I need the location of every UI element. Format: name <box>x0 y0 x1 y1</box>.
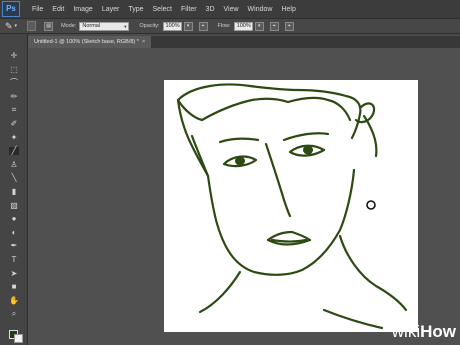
menu-filter[interactable]: Filter <box>181 6 197 13</box>
marquee-tool-icon[interactable]: ⬚ <box>9 66 19 74</box>
dodge-tool-icon[interactable]: ◐ <box>9 229 19 237</box>
zoom-tool-icon[interactable]: ⌕ <box>9 310 19 318</box>
mode-value: Normal <box>82 22 101 29</box>
lasso-tool-icon[interactable]: ⌒ <box>9 79 19 87</box>
hand-tool-icon[interactable]: ✋ <box>9 297 19 305</box>
rectangle-tool-icon[interactable]: ■ <box>9 283 19 291</box>
menu-3d[interactable]: 3D <box>206 6 215 13</box>
menu-select[interactable]: Select <box>153 6 172 13</box>
opacity-dropdown-icon[interactable]: ▾ <box>183 21 193 31</box>
brush-tool-icon[interactable]: ╱ <box>9 147 19 155</box>
menu-image[interactable]: Image <box>73 6 92 13</box>
watermark-how: How <box>420 322 456 341</box>
crop-tool-icon[interactable]: ⌗ <box>9 106 19 114</box>
menu-view[interactable]: View <box>224 6 239 13</box>
menu-edit[interactable]: Edit <box>52 6 64 13</box>
background-color-swatch[interactable] <box>14 334 23 343</box>
brush-size-picker[interactable] <box>27 21 37 31</box>
pressure-size-icon[interactable]: ⌖ <box>284 21 294 31</box>
pen-tool-icon[interactable]: ✒ <box>9 242 19 250</box>
opacity-value: 100% <box>165 22 180 29</box>
eyedropper-tool-icon[interactable]: ✐ <box>9 120 19 128</box>
chevron-down-icon: ▼ <box>123 23 128 29</box>
options-bar: ✎ ▾ ▤ Mode: Normal ▼ Opacity: 100% ▾ ⌖ F… <box>0 18 460 34</box>
type-tool-icon[interactable]: T <box>9 256 19 264</box>
chevron-down-icon[interactable]: ▾ <box>15 23 18 29</box>
watermark-wiki: wiki <box>391 322 421 341</box>
opacity-label: Opacity: <box>139 23 160 29</box>
menu-type[interactable]: Type <box>128 6 143 13</box>
path-selection-tool-icon[interactable]: ➤ <box>9 270 19 278</box>
menu-window[interactable]: Window <box>248 6 273 13</box>
menu-bar: Ps File Edit Image Layer Type Select Fil… <box>0 0 460 18</box>
document-tab-label: Untitled-1 @ 100% (Sketch base, RGB/8) * <box>34 39 139 45</box>
quick-selection-tool-icon[interactable]: ✏ <box>9 93 19 101</box>
wikihow-watermark: wikiHow <box>392 322 456 342</box>
close-icon[interactable]: × <box>142 39 145 45</box>
toolbox: ✛ ⬚ ⌒ ✏ ⌗ ✐ ✦ ╱ ♙ ╲ ▮ ▧ ● ◐ ✒ T ➤ ■ ✋ ⌕ <box>0 34 28 345</box>
history-brush-tool-icon[interactable]: ╲ <box>9 174 19 182</box>
healing-brush-tool-icon[interactable]: ✦ <box>9 134 19 142</box>
brush-preset-icon[interactable]: ✎ <box>5 21 13 32</box>
move-tool-icon[interactable]: ✛ <box>9 52 19 60</box>
document-tab-bar: Untitled-1 @ 100% (Sketch base, RGB/8) *… <box>28 36 460 48</box>
menu-help[interactable]: Help <box>281 6 295 13</box>
blur-tool-icon[interactable]: ● <box>9 215 19 223</box>
menu-layer[interactable]: Layer <box>102 6 120 13</box>
opacity-field[interactable]: 100% <box>162 21 182 31</box>
photoshop-window: Ps File Edit Image Layer Type Select Fil… <box>0 0 460 345</box>
flow-dropdown-icon[interactable]: ▾ <box>254 21 264 31</box>
flow-field[interactable]: 100% <box>233 21 253 31</box>
eraser-tool-icon[interactable]: ▮ <box>9 188 19 196</box>
flow-label: Flow: <box>217 23 231 29</box>
document-tab[interactable]: Untitled-1 @ 100% (Sketch base, RGB/8) *… <box>28 36 152 48</box>
menu-file[interactable]: File <box>32 6 43 13</box>
brush-panel-toggle-icon[interactable]: ▤ <box>44 21 54 31</box>
document-canvas[interactable] <box>164 80 418 332</box>
clone-stamp-tool-icon[interactable]: ♙ <box>9 161 19 169</box>
photoshop-logo-icon: Ps <box>2 1 20 17</box>
pressure-opacity-icon[interactable]: ⌖ <box>198 21 208 31</box>
flow-value: 100% <box>236 22 251 29</box>
mode-select[interactable]: Normal ▼ <box>79 21 130 31</box>
airbrush-icon[interactable]: ⌖ <box>269 21 279 31</box>
sketch-drawing <box>176 83 408 330</box>
mode-label: Mode: <box>61 23 77 29</box>
gradient-tool-icon[interactable]: ▧ <box>9 202 19 210</box>
